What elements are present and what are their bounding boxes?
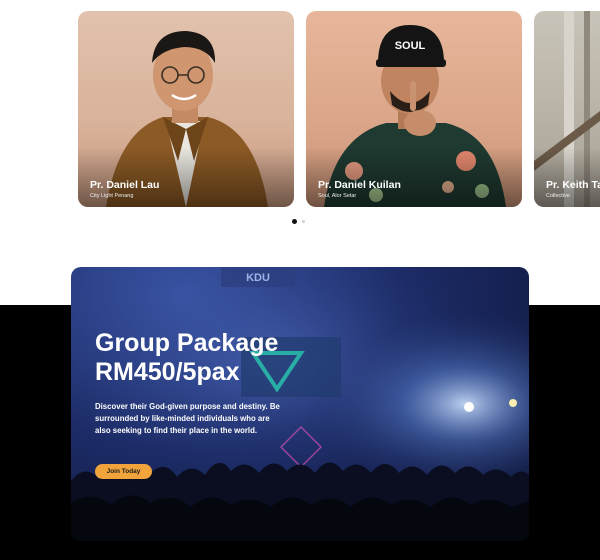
speaker-card[interactable]: SOUL Pr. Daniel Kuilan Soul, Alor Setar [306,11,522,207]
pagination-dot[interactable] [302,220,305,223]
banner-title-line-2: RM450/5pax [95,358,240,386]
banner-description: Discover their God-given purpose and des… [95,402,280,435]
svg-text:SOUL: SOUL [395,40,426,52]
speaker-card[interactable]: Pr. Daniel Lau City Light Penang [78,11,294,207]
svg-text:KDU: KDU [246,272,270,284]
speaker-name: Pr. Daniel Lau [90,179,160,191]
group-package-banner: KDU Group Package RM450/5pax Discover th… [71,267,529,541]
speaker-church: Soul, Alor Setar [318,193,357,199]
speaker-church: Collective [546,193,570,199]
speaker-card[interactable]: Pr. Keith Ta Collective [534,11,600,207]
banner-title: Group Package RM450/5pax [95,329,278,387]
carousel-pagination [292,219,305,224]
banner-title-line-1: Group Package [95,329,279,357]
join-today-button[interactable]: Join Today [95,464,152,479]
speaker-name: Pr. Daniel Kuilan [318,179,401,191]
speaker-church: City Light Penang [90,193,134,199]
speaker-name: Pr. Keith Ta [546,179,600,191]
pagination-dot-active[interactable] [292,219,297,224]
speaker-carousel: Pr. Daniel Lau City Light Penang SOUL Pr… [0,0,600,240]
